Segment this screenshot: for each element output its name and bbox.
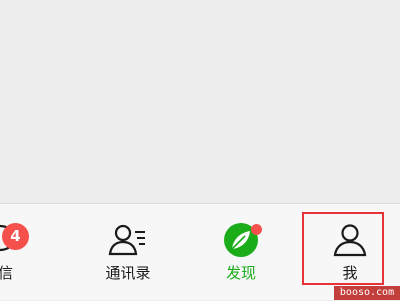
contacts-icon (108, 224, 145, 256)
tab-discover-label: 发现 (225, 264, 256, 282)
watermark: booso.com (334, 286, 400, 300)
tab-chats[interactable]: 4 信 (0, 204, 40, 301)
unread-count-badge: 4 (2, 223, 29, 250)
new-content-dot (251, 224, 262, 235)
tab-contacts[interactable]: 通讯录 (73, 204, 183, 301)
tab-contacts-label: 通讯录 (105, 264, 151, 282)
main-content-area (0, 0, 400, 203)
tab-chats-label: 信 (0, 264, 14, 282)
tab-discover[interactable]: 发现 (186, 204, 296, 301)
highlight-frame (302, 212, 384, 285)
